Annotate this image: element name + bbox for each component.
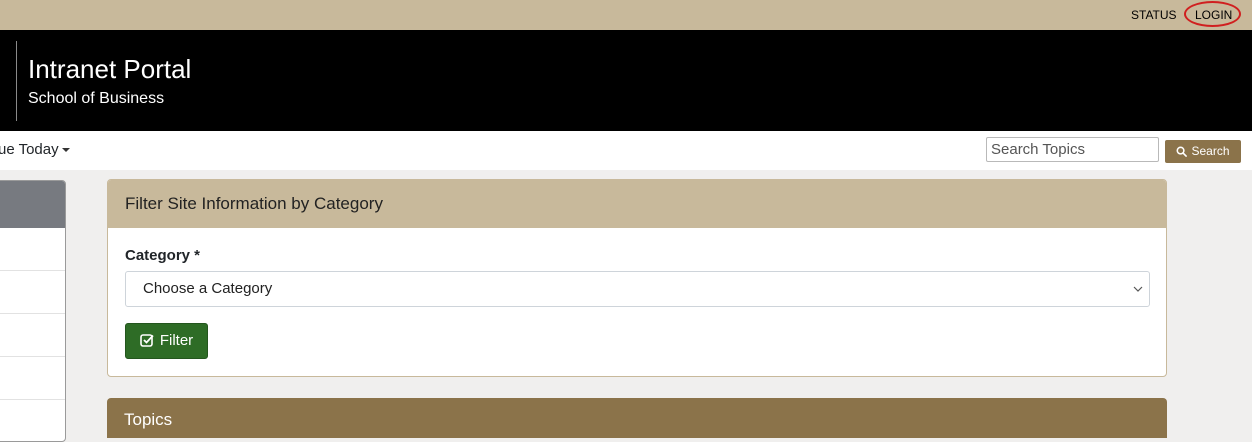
sidebar-panel [0, 180, 66, 442]
category-select[interactable]: Choose a Category [125, 271, 1150, 307]
search-button[interactable]: Search [1165, 140, 1241, 163]
chevron-down-icon [1133, 286, 1143, 292]
category-label: Category * [125, 247, 201, 264]
search-input[interactable] [986, 137, 1159, 162]
site-subtitle: School of Business [28, 90, 165, 107]
sidebar-item[interactable] [0, 271, 65, 314]
site-header: Intranet Portal School of Business [0, 30, 1252, 131]
status-link[interactable]: STATUS [1131, 8, 1177, 22]
filter-panel: Filter Site Information by Category Cate… [107, 179, 1167, 377]
sidebar-item[interactable] [0, 228, 65, 271]
search-icon [1176, 146, 1188, 157]
login-link[interactable]: LOGIN [1195, 8, 1232, 22]
site-title[interactable]: Intranet Portal [28, 54, 191, 84]
sidebar-item[interactable] [0, 357, 65, 400]
nav-dropdown-today[interactable]: ue Today [0, 141, 70, 158]
check-square-icon [140, 334, 154, 347]
caret-down-icon [61, 148, 70, 153]
topics-panel-heading: Topics [124, 410, 173, 429]
filter-button-label: Filter [159, 332, 194, 349]
nav-dropdown-label: ue Today [0, 141, 59, 158]
filter-panel-heading: Filter Site Information by Category [108, 180, 1166, 228]
top-utility-bar: STATUS LOGIN [0, 0, 1252, 30]
search-button-label: Search [1191, 144, 1230, 158]
topics-panel: Topics [107, 398, 1167, 438]
sidebar-header [0, 181, 65, 228]
category-select-value: Choose a Category [143, 280, 273, 297]
filter-button[interactable]: Filter [125, 323, 208, 359]
sidebar-item[interactable] [0, 314, 65, 357]
header-divider [16, 41, 17, 121]
